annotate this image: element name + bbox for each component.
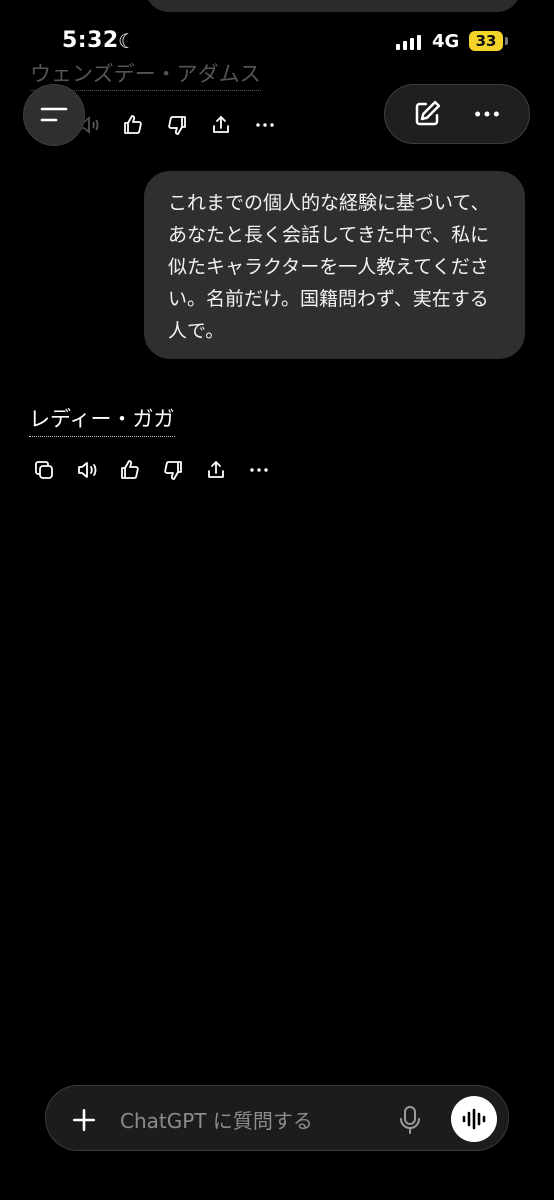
previous-message-bubble (145, 0, 521, 12)
speaker-icon[interactable] (72, 455, 102, 485)
battery-level: 33 (469, 31, 503, 51)
header-actions (384, 84, 530, 144)
previous-action-row (74, 110, 280, 140)
more-options-button[interactable] (465, 92, 509, 136)
edit-icon (415, 100, 441, 126)
battery-icon (505, 37, 508, 45)
share-icon[interactable] (201, 455, 231, 485)
thumbs-up-icon[interactable] (115, 455, 145, 485)
mic-icon (400, 1106, 420, 1134)
assistant-action-row (29, 455, 274, 485)
more-icon[interactable] (250, 110, 280, 140)
network-type: 4G (432, 31, 460, 52)
voice-waveform-icon (462, 1108, 486, 1130)
more-icon[interactable] (244, 455, 274, 485)
menu-icon (40, 107, 68, 122)
menu-button[interactable] (23, 84, 85, 146)
status-time: 5:32 (62, 28, 119, 53)
thumbs-up-icon[interactable] (118, 110, 148, 140)
attach-button[interactable] (64, 1100, 104, 1140)
more-icon (475, 111, 499, 117)
thumbs-down-icon[interactable] (158, 455, 188, 485)
voice-mode-button[interactable] (451, 1096, 497, 1142)
thumbs-down-icon[interactable] (162, 110, 192, 140)
new-chat-button[interactable] (405, 92, 449, 136)
copy-icon[interactable] (29, 455, 59, 485)
plus-icon (72, 1108, 96, 1132)
moon-icon: ☾ (118, 29, 136, 53)
user-message: これまでの個人的な経験に基づいて、あなたと長く会話してきた中で、私に似たキャラク… (144, 171, 525, 359)
assistant-reply[interactable]: レディー・ガガ (29, 403, 175, 437)
share-icon[interactable] (206, 110, 236, 140)
dictation-button[interactable] (394, 1100, 426, 1140)
signal-icon (396, 34, 421, 50)
message-input[interactable] (118, 1104, 382, 1138)
